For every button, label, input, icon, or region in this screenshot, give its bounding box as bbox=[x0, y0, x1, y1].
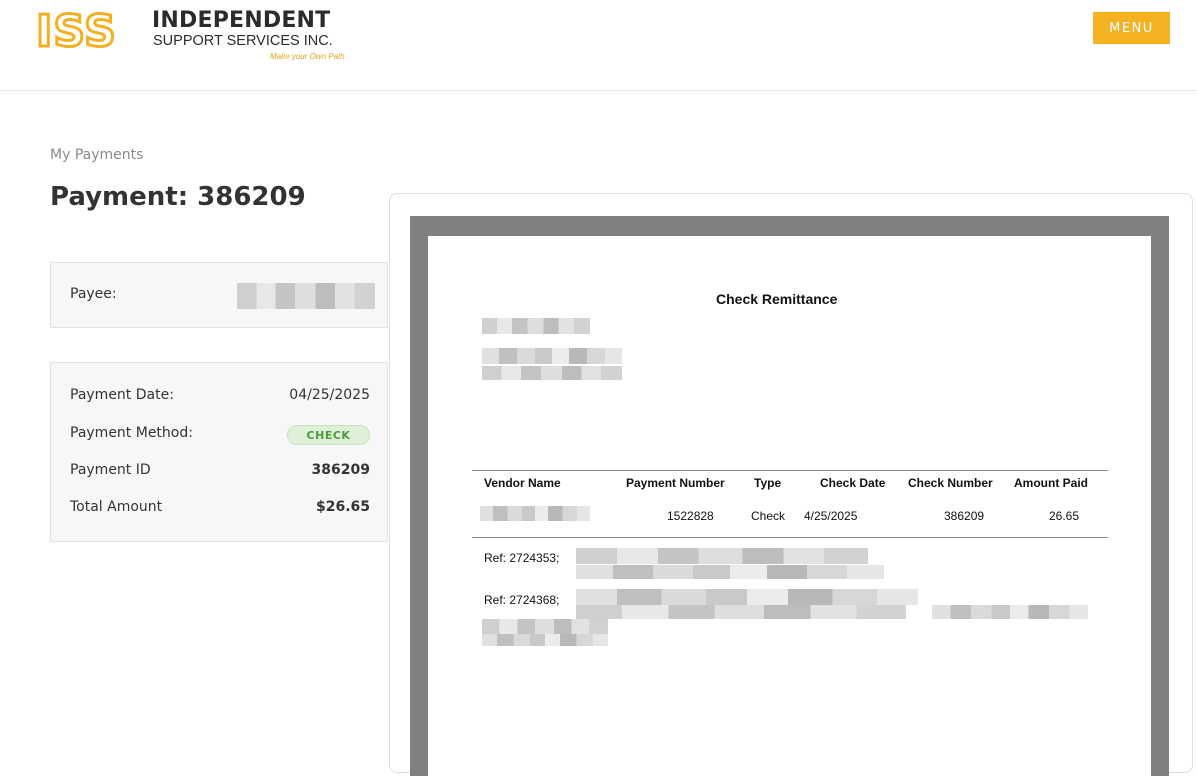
payment-method-row: Payment Method: CHECK bbox=[70, 425, 370, 447]
payment-id-row: Payment ID 386209 bbox=[70, 462, 370, 484]
cell-type: Check bbox=[751, 509, 786, 523]
company-logo[interactable]: ISS INDEPENDENT SUPPORT SERVICES INC. Ma… bbox=[34, 8, 374, 68]
total-amount-value: $26.65 bbox=[315, 499, 370, 515]
total-amount-label: Total Amount bbox=[70, 499, 163, 515]
logo-mark: ISS bbox=[35, 6, 118, 57]
payment-method-label: Payment Method: bbox=[70, 425, 193, 441]
payment-id-label: Payment ID bbox=[70, 462, 151, 478]
payment-method-badge: CHECK bbox=[287, 425, 370, 445]
ref-text-redacted bbox=[482, 634, 608, 646]
col-type: Type bbox=[754, 476, 782, 490]
address-line-redacted bbox=[482, 348, 622, 364]
col-amount-paid: Amount Paid bbox=[1014, 476, 1088, 490]
col-check-number: Check Number bbox=[908, 476, 993, 490]
payment-details-card: Payment Date: 04/25/2025 Payment Method:… bbox=[50, 362, 388, 542]
col-vendor-name: Vendor Name bbox=[484, 476, 561, 490]
document-title: Check Remittance bbox=[716, 291, 838, 307]
payment-date-row: Payment Date: 04/25/2025 bbox=[70, 387, 370, 409]
ref-line: Ref: 2724353; bbox=[484, 551, 560, 565]
breadcrumb[interactable]: My Payments bbox=[50, 147, 143, 163]
table-top-rule bbox=[472, 470, 1108, 471]
cell-amount-paid: 26.65 bbox=[1049, 509, 1080, 523]
ref-text-redacted bbox=[576, 548, 868, 564]
address-line-redacted bbox=[482, 366, 622, 380]
ref-line: Ref: 2724368; bbox=[484, 593, 560, 607]
payment-id-value: 386209 bbox=[311, 462, 370, 478]
page-title: Payment: 386209 bbox=[50, 182, 306, 212]
ref-text-redacted bbox=[932, 605, 1088, 619]
cell-check-date: 4/25/2025 bbox=[804, 509, 858, 523]
payee-label: Payee: bbox=[70, 286, 117, 302]
address-line-redacted bbox=[482, 318, 590, 334]
payee-card: Payee: bbox=[50, 262, 388, 328]
col-payment-number: Payment Number bbox=[626, 476, 725, 490]
site-header: ISS INDEPENDENT SUPPORT SERVICES INC. Ma… bbox=[0, 0, 1197, 91]
ref-text-redacted bbox=[576, 589, 918, 605]
col-check-date: Check Date bbox=[820, 476, 886, 490]
payment-date-label: Payment Date: bbox=[70, 387, 174, 403]
table-bottom-rule bbox=[472, 537, 1108, 538]
cell-payment-number: 1522828 bbox=[667, 509, 714, 523]
menu-button[interactable]: MENU bbox=[1093, 12, 1170, 44]
vendor-name-redacted bbox=[480, 506, 590, 521]
ref-text-redacted bbox=[576, 605, 906, 619]
payment-date-value: 04/25/2025 bbox=[289, 387, 370, 403]
logo-tagline: Make your Own Path bbox=[270, 52, 345, 61]
ref-text-redacted bbox=[482, 619, 608, 634]
total-amount-row: Total Amount $26.65 bbox=[70, 499, 370, 521]
ref-text-redacted bbox=[576, 565, 884, 579]
logo-title: INDEPENDENT bbox=[152, 8, 331, 33]
payee-name-redacted bbox=[237, 283, 375, 309]
logo-subtitle: SUPPORT SERVICES INC. bbox=[153, 33, 333, 49]
cell-check-number: 386209 bbox=[944, 509, 985, 523]
